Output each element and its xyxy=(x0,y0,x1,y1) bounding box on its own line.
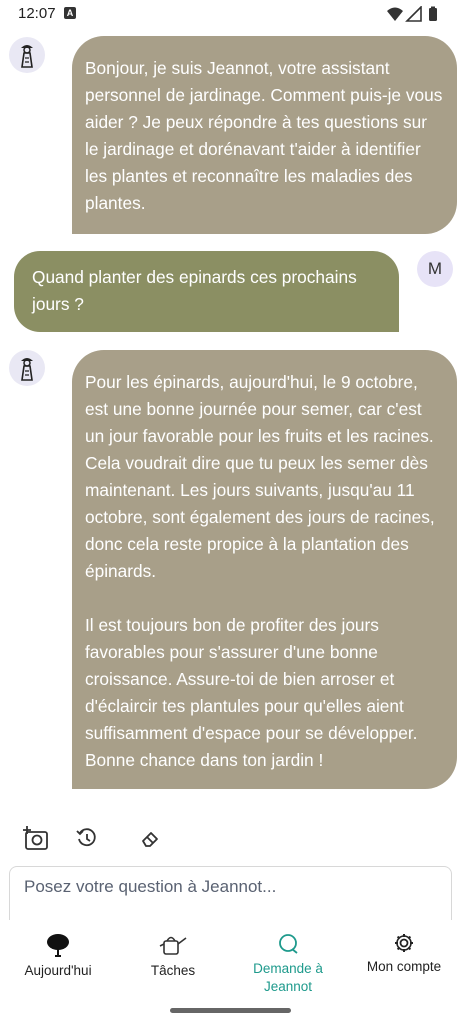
gear-icon xyxy=(395,934,413,952)
nav-item-tasks[interactable]: Tâches xyxy=(123,932,223,980)
nav-label: Demande à Jeannot xyxy=(253,961,323,994)
eraser-icon[interactable] xyxy=(139,828,161,850)
bot-message-bubble: Bonjour, je suis Jeannot, votre assistan… xyxy=(72,36,457,234)
user-message-bubble: Quand planter des epinards ces prochains… xyxy=(14,251,399,332)
chat-icon xyxy=(279,934,298,954)
gardener-icon xyxy=(21,358,33,381)
bot-avatar xyxy=(9,350,45,386)
nav-item-today[interactable]: Aujourd'hui xyxy=(8,932,108,980)
nav-label: Mon compte xyxy=(366,959,442,974)
wifi-icon xyxy=(387,7,403,21)
leaf-icon xyxy=(47,934,69,957)
history-icon[interactable] xyxy=(76,827,98,849)
system-status-icons xyxy=(387,6,437,22)
nav-item-account[interactable]: Mon compte xyxy=(354,932,454,976)
status-bar: 12:07 A xyxy=(0,0,461,28)
bot-avatar xyxy=(9,37,45,73)
nav-label: Aujourd'hui xyxy=(24,963,92,978)
add-photo-icon[interactable] xyxy=(22,825,50,851)
notification-icon: A xyxy=(64,7,76,19)
battery-icon xyxy=(429,8,437,21)
status-time: 12:07 xyxy=(18,5,56,22)
home-indicator[interactable] xyxy=(170,1008,291,1013)
question-input-container[interactable] xyxy=(9,866,452,926)
nav-label: Tâches xyxy=(150,963,196,978)
signal-icon xyxy=(405,6,422,22)
nav-item-ask-jeannot[interactable]: Demande à Jeannot xyxy=(238,932,338,996)
user-avatar: M xyxy=(417,251,453,287)
question-input[interactable] xyxy=(24,877,434,897)
bot-message-bubble: Pour les épinards, aujourd'hui, le 9 oct… xyxy=(72,350,457,789)
gardener-icon xyxy=(21,45,33,68)
watering-can-icon xyxy=(159,936,187,955)
